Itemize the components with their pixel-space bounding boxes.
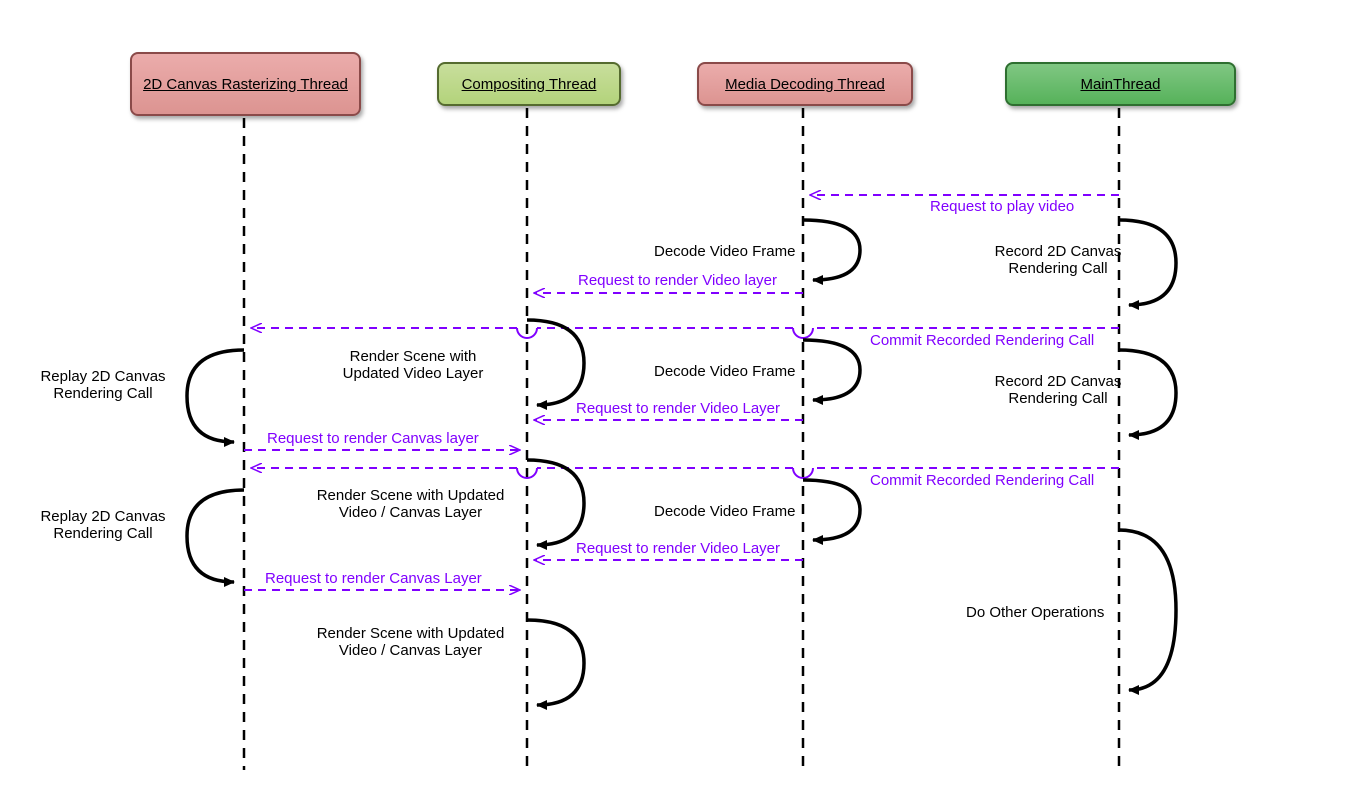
msg-replay-2d-canvas-2: Replay 2D Canvas Rendering Call xyxy=(23,508,183,542)
msg-decode-video-frame-3: Decode Video Frame xyxy=(654,503,795,520)
msg-request-render-canvas-layer-1: Request to render Canvas layer xyxy=(267,430,479,447)
msg-commit-recorded-call-2: Commit Recorded Rendering Call xyxy=(870,472,1094,489)
msg-commit-recorded-call-1: Commit Recorded Rendering Call xyxy=(870,332,1094,349)
msg-replay-2d-canvas-1: Replay 2D Canvas Rendering Call xyxy=(23,368,183,402)
msg-decode-video-frame-2: Decode Video Frame xyxy=(654,363,795,380)
msg-record-2d-canvas-call-2: Record 2D Canvas Rendering Call xyxy=(968,373,1148,407)
msg-request-render-video-layer-2: Request to render Video Layer xyxy=(576,400,780,417)
msg-render-scene-updated-video: Render Scene with Updated Video Layer xyxy=(323,348,503,382)
msg-decode-video-frame-1: Decode Video Frame xyxy=(654,243,795,260)
msg-record-2d-canvas-call-1: Record 2D Canvas Rendering Call xyxy=(968,243,1148,277)
msg-render-scene-updated-video-canvas-2: Render Scene with Updated Video / Canvas… xyxy=(298,625,523,659)
msg-do-other-operations: Do Other Operations xyxy=(966,604,1104,621)
msg-request-render-canvas-layer-2: Request to render Canvas Layer xyxy=(265,570,482,587)
msg-render-scene-updated-video-canvas-1: Render Scene with Updated Video / Canvas… xyxy=(298,487,523,521)
msg-request-play-video: Request to play video xyxy=(930,198,1074,215)
msg-request-render-video-layer-1: Request to render Video layer xyxy=(578,272,777,289)
msg-request-render-video-layer-3: Request to render Video Layer xyxy=(576,540,780,557)
